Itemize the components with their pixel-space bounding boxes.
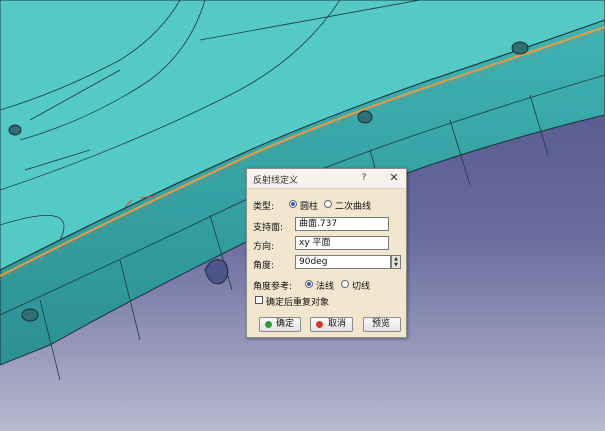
hole bbox=[21, 308, 39, 322]
dialog-title: 反射线定义 bbox=[253, 176, 299, 186]
ok-button[interactable]: 确定 bbox=[259, 317, 301, 332]
angle-spinner[interactable]: ▲ ▼ bbox=[391, 255, 401, 269]
angle-ref-label: 角度参考: bbox=[253, 282, 293, 292]
hole bbox=[511, 41, 529, 55]
type-cylinder-label[interactable]: 圆柱 bbox=[300, 199, 318, 212]
preview-button-label: 预览 bbox=[372, 319, 391, 329]
repeat-object-label[interactable]: 确定后重复对象 bbox=[266, 295, 329, 308]
cancel-button-label: 取消 bbox=[328, 319, 347, 329]
direction-label: 方向: bbox=[253, 242, 275, 252]
angle-field[interactable]: 90deg bbox=[295, 255, 391, 269]
support-field[interactable]: 曲面.737 bbox=[295, 217, 389, 231]
reflect-line-dialog: 反射线定义 ? ✕ 类型: 圆柱 二次曲线 支持面: 曲面.737 方向: xy… bbox=[246, 168, 407, 338]
angle-ref-tangent-label[interactable]: 切线 bbox=[352, 279, 370, 292]
ok-button-label: 确定 bbox=[276, 319, 295, 329]
help-button[interactable]: ? bbox=[358, 172, 370, 184]
angle-ref-normal-radio[interactable] bbox=[305, 280, 313, 288]
type-label: 类型: bbox=[253, 202, 275, 212]
repeat-object-checkbox[interactable] bbox=[255, 296, 263, 304]
ok-icon bbox=[265, 321, 272, 328]
angle-ref-normal-label[interactable]: 法线 bbox=[316, 279, 334, 292]
hole bbox=[357, 110, 373, 124]
dialog-titlebar[interactable]: 反射线定义 ? ✕ bbox=[247, 169, 406, 189]
spinner-down-icon[interactable]: ▼ bbox=[392, 262, 400, 268]
preview-button[interactable]: 预览 bbox=[363, 317, 401, 332]
cancel-button[interactable]: 取消 bbox=[310, 317, 353, 332]
hole bbox=[8, 124, 22, 136]
type-conic-label[interactable]: 二次曲线 bbox=[335, 199, 371, 212]
angle-ref-tangent-radio[interactable] bbox=[341, 280, 349, 288]
close-button[interactable]: ✕ bbox=[387, 171, 401, 185]
type-conic-radio[interactable] bbox=[324, 200, 332, 208]
cancel-icon bbox=[316, 321, 323, 328]
type-cylinder-radio[interactable] bbox=[289, 200, 297, 208]
direction-field[interactable]: xy 平面 bbox=[295, 236, 389, 250]
support-label: 支持面: bbox=[253, 223, 284, 233]
angle-label: 角度: bbox=[253, 261, 275, 271]
